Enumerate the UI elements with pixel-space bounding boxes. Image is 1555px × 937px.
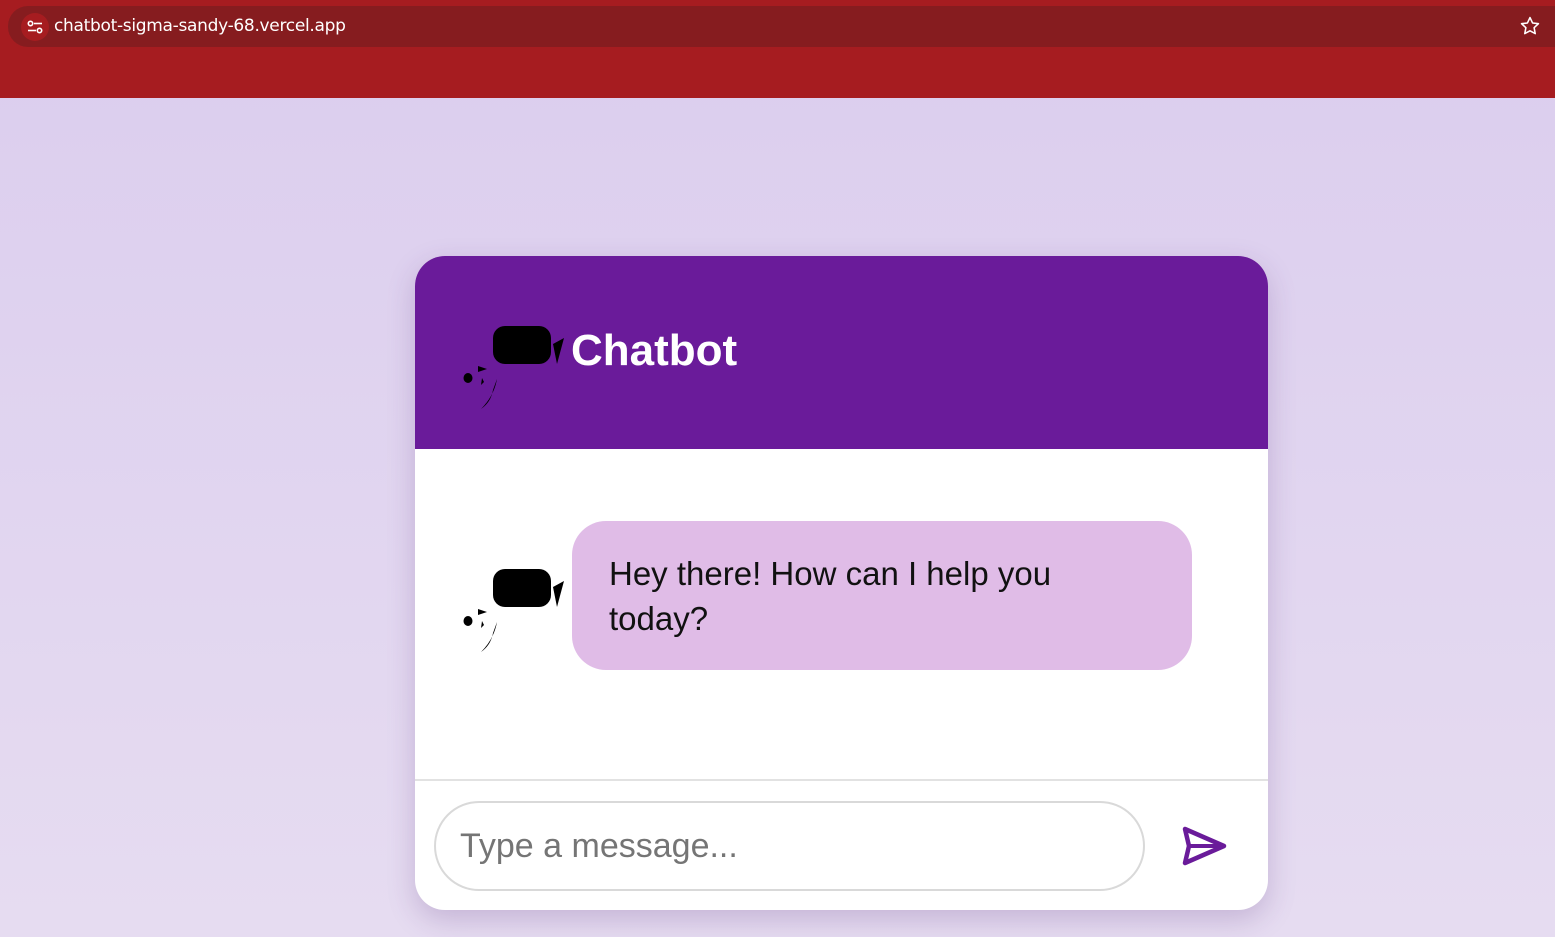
composer-divider [415, 779, 1268, 781]
bookmark-star-icon[interactable] [1519, 15, 1541, 37]
chat-window: Chatbot Hey there! How can I help you to… [415, 256, 1268, 910]
site-info-icon[interactable] [21, 13, 49, 41]
send-button[interactable] [1180, 821, 1230, 871]
message-list: Hey there! How can I help you today? [415, 449, 1268, 779]
message-input[interactable] [434, 801, 1145, 891]
chatbot-avatar-icon [463, 569, 564, 652]
address-bar[interactable]: chatbot-sigma-sandy-68.vercel.app [8, 6, 1555, 47]
send-icon [1182, 826, 1227, 866]
chat-header: Chatbot [415, 256, 1268, 449]
url-text[interactable]: chatbot-sigma-sandy-68.vercel.app [54, 16, 346, 36]
bot-message-bubble: Hey there! How can I help you today? [572, 521, 1192, 670]
chatbot-title: Chatbot [571, 326, 738, 375]
chatbot-logo-icon [463, 326, 564, 409]
browser-toolbar: chatbot-sigma-sandy-68.vercel.app [0, 0, 1555, 98]
